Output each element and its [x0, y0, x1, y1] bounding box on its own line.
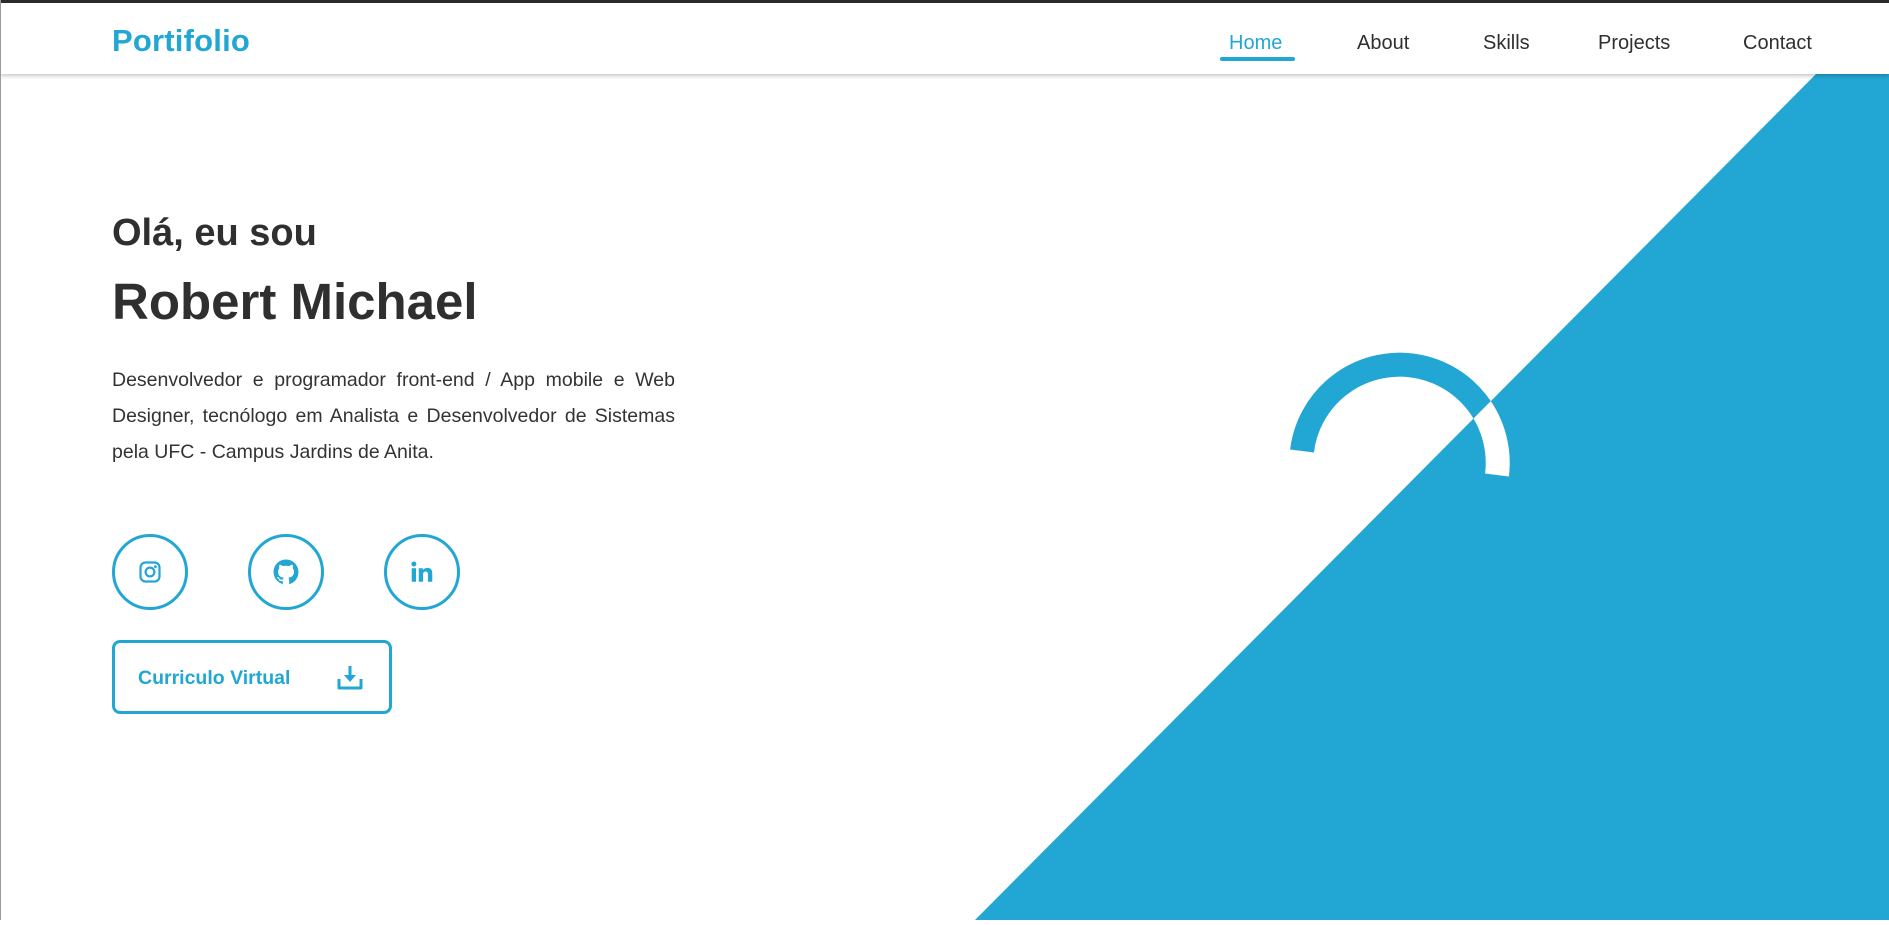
nav-home[interactable]: Home	[1229, 31, 1282, 55]
main-navigation: Home About Skills Projects Contact	[0, 31, 1889, 63]
hero-name: Robert Michael	[112, 273, 478, 330]
download-icon	[337, 666, 363, 690]
window-frame-left	[0, 0, 1, 920]
linkedin-link[interactable]	[384, 534, 460, 610]
nav-contact[interactable]: Contact	[1743, 31, 1812, 55]
nav-active-indicator	[1220, 57, 1295, 61]
github-link[interactable]	[248, 534, 324, 610]
hero-section: Olá, eu sou Robert Michael Desenvolvedor…	[112, 210, 675, 490]
hero-description: Desenvolvedor e programador front-end / …	[112, 369, 675, 463]
linkedin-icon	[411, 561, 433, 582]
diagonal-blue-panel	[975, 74, 1889, 920]
instagram-icon	[139, 561, 161, 583]
instagram-link[interactable]	[112, 534, 188, 610]
window-frame-top	[0, 0, 1889, 3]
top-navbar: Portifolio Home About Skills Projects Co…	[0, 3, 1889, 74]
download-cv-button[interactable]: Curriculo Virtual	[112, 640, 392, 714]
nav-skills[interactable]: Skills	[1483, 31, 1530, 55]
hero-greeting: Olá, eu sou	[112, 212, 317, 254]
nav-projects[interactable]: Projects	[1598, 31, 1670, 55]
social-links	[112, 534, 512, 610]
nav-about[interactable]: About	[1357, 31, 1409, 55]
cv-button-label: Curriculo Virtual	[138, 667, 291, 689]
github-icon	[273, 559, 299, 585]
